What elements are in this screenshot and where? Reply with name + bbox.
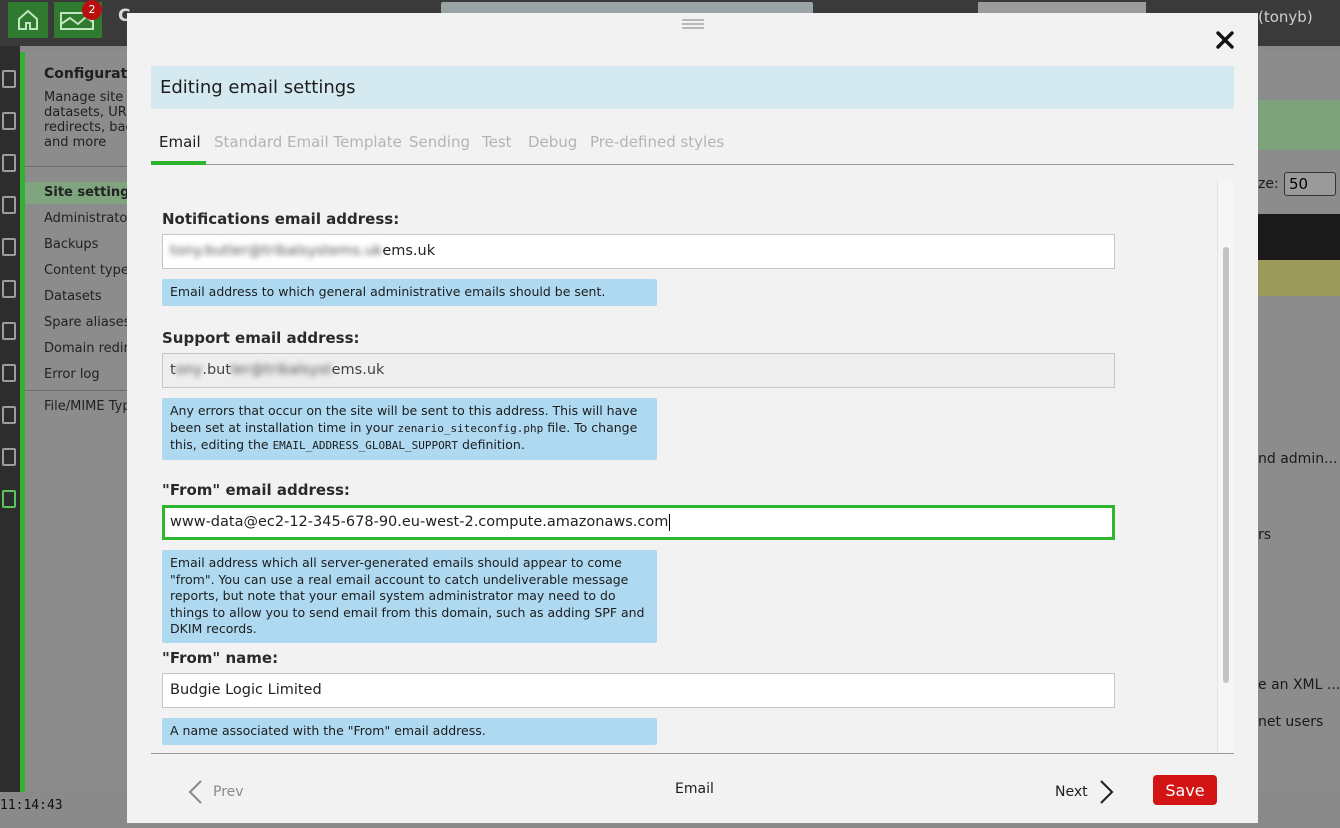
table-header	[1258, 214, 1340, 260]
note-code: zenario_siteconfig.php	[397, 421, 544, 435]
visible-suffix: ems.uk	[331, 362, 385, 378]
current-step-label: Email	[675, 781, 714, 797]
calendar-icon[interactable]	[2, 364, 16, 382]
from-name-label: "From" name:	[162, 649, 279, 667]
nav-item-file-mime-types[interactable]: File/MIME Typ	[44, 399, 131, 414]
redacted-text: ler@tribalsyst	[231, 362, 332, 378]
tab-debug[interactable]: Debug	[528, 133, 577, 151]
nav-item-backups[interactable]: Backups	[44, 237, 98, 252]
tab-email[interactable]: Email	[159, 133, 201, 151]
tab-sending[interactable]: Sending	[409, 133, 470, 151]
configuration-panel: Configurat Manage site datasets, URL red…	[25, 52, 137, 792]
notification-badge: 2	[82, 0, 102, 20]
visible-suffix: ems.uk	[382, 243, 436, 259]
next-label: Next	[1055, 784, 1088, 800]
dialog-title-bar: Editing email settings	[151, 66, 1234, 109]
user-icon[interactable]	[2, 238, 16, 256]
table-cell[interactable]: rs	[1258, 527, 1271, 543]
nav-item-site-settings[interactable]: Site settings	[44, 185, 137, 200]
redacted-text: tony.butler@tribalsystems.uk	[170, 243, 383, 259]
globe-icon[interactable]	[2, 448, 16, 466]
house-icon[interactable]	[2, 70, 16, 88]
home-button[interactable]	[8, 2, 48, 38]
gear-icon[interactable]	[2, 490, 16, 508]
from-email-value: www-data@ec2-12-345-678-90.eu-west-2.com…	[170, 514, 669, 530]
page-icon[interactable]	[2, 112, 16, 130]
note-code: EMAIL_ADDRESS_GLOBAL_SUPPORT	[272, 439, 458, 452]
dialog-title: Editing email settings	[160, 77, 356, 98]
email-settings-dialog: Editing email settings Email Standard Em…	[127, 13, 1258, 823]
scroll-thumb[interactable]	[1223, 247, 1229, 683]
tab-test[interactable]: Test	[482, 133, 512, 151]
home-icon	[18, 9, 38, 30]
notifications-email-field[interactable]: tony.butler@tribalsystems.ukems.uk	[162, 234, 1115, 269]
visible-middle: .but	[202, 362, 232, 378]
mail-icon[interactable]	[2, 322, 16, 340]
nav-item-content-types[interactable]: Content types	[44, 263, 136, 278]
table-banner	[1258, 100, 1340, 150]
tab-pre-defined-styles[interactable]: Pre-defined styles	[590, 133, 724, 151]
chevron-left-icon	[188, 780, 202, 804]
panel-description: Manage site datasets, URL redirects, bac…	[44, 90, 134, 150]
page-size-select[interactable]: 50	[1284, 172, 1336, 196]
support-email-field: tony.butler@tribalsystems.uk	[162, 353, 1115, 388]
nav-item-domain-redirects[interactable]: Domain redire	[44, 341, 137, 356]
table-cell[interactable]: nd admin...	[1258, 451, 1337, 467]
document-icon[interactable]	[2, 196, 16, 214]
prev-button[interactable]: Prev	[187, 779, 244, 809]
clipboard-icon[interactable]	[2, 406, 16, 424]
support-email-label: Support email address:	[162, 329, 360, 347]
from-email-field[interactable]: www-data@ec2-12-345-678-90.eu-west-2.com…	[162, 505, 1115, 540]
from-email-note: Email address which all server-generated…	[162, 550, 657, 643]
notifications-email-note: Email address to which general administr…	[162, 279, 657, 306]
divider	[25, 166, 130, 167]
redacted-text: ony	[175, 362, 203, 378]
active-tab-indicator	[151, 161, 206, 165]
from-name-field[interactable]: Budgie Logic Limited	[162, 673, 1115, 708]
note-text: definition.	[461, 437, 525, 452]
dialog-footer: Prev Email Next Save	[151, 753, 1234, 823]
page-size-label: ze:	[1258, 176, 1279, 192]
nav-item-error-log[interactable]: Error log	[44, 367, 100, 382]
grip-icon[interactable]	[682, 19, 704, 29]
sitemap-icon[interactable]	[2, 154, 16, 172]
close-icon	[1216, 31, 1234, 49]
tab-bar: Email Standard Email Template Sending Te…	[151, 125, 1234, 165]
from-email-label: "From" email address:	[162, 481, 350, 499]
from-name-note: A name associated with the "From" email …	[162, 718, 657, 745]
edit-icon[interactable]	[2, 280, 16, 298]
table-cell[interactable]: e an XML ...	[1258, 677, 1340, 693]
prev-label: Prev	[213, 784, 244, 800]
chevron-right-icon	[1100, 780, 1114, 804]
notifications-email-label: Notifications email address:	[162, 210, 400, 228]
table-row[interactable]	[1258, 260, 1340, 296]
close-button[interactable]	[1214, 29, 1236, 51]
user-label[interactable]: (tonyb)	[1258, 8, 1313, 26]
text-cursor	[669, 513, 671, 531]
content-scrollbar[interactable]	[1217, 181, 1234, 753]
left-icon-bar	[0, 46, 20, 792]
nav-item-spare-aliases[interactable]: Spare aliases	[44, 315, 130, 330]
background-table: ze: 50 nd admin... rs e an XML ... net u…	[1258, 52, 1340, 792]
form-content: Notifications email address: tony.butler…	[151, 181, 1234, 753]
clock: 11:14:43	[0, 798, 63, 813]
save-button[interactable]: Save	[1153, 775, 1217, 805]
panel-title: Configurat	[44, 66, 128, 82]
support-email-note: Any errors that occur on the site will b…	[162, 398, 657, 460]
divider	[25, 390, 130, 391]
tab-standard-email-template[interactable]: Standard Email Template	[214, 133, 402, 151]
table-cell[interactable]: net users	[1258, 714, 1323, 730]
nav-item-administrators[interactable]: Administrator	[44, 211, 133, 226]
nav-item-datasets[interactable]: Datasets	[44, 289, 102, 304]
